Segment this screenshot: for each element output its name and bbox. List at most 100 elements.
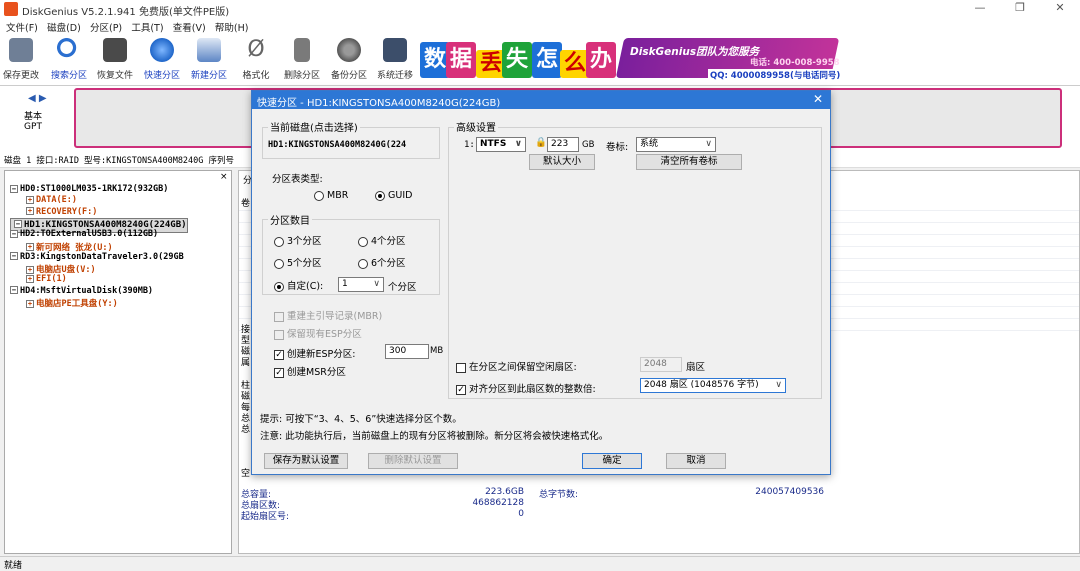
clear-labels-button[interactable]: 清空所有卷标: [636, 154, 742, 170]
radio-dot: [274, 258, 284, 269]
count-3-label: 3个分区: [287, 236, 322, 247]
expand-icon[interactable]: +: [26, 274, 34, 283]
expand-icon[interactable]: +: [26, 299, 34, 308]
menu-tools[interactable]: 工具(T): [131, 20, 163, 34]
filesystem-select[interactable]: NTFS ∨: [476, 137, 526, 152]
expand-icon[interactable]: +: [26, 265, 34, 274]
cancel-button[interactable]: 取消: [666, 453, 726, 469]
close-pane-icon[interactable]: ×: [220, 172, 228, 182]
volume-label-select[interactable]: 系统 ∨: [636, 137, 716, 152]
custom-count-value: 1: [342, 279, 348, 289]
new-esp-checkbox[interactable]: ✓ 创建新ESP分区:: [274, 346, 355, 360]
banner-char: 据: [446, 42, 476, 78]
msr-checkbox[interactable]: ✓ 创建MSR分区: [274, 364, 346, 378]
new-partition-button[interactable]: 新建分区: [190, 36, 228, 82]
total-capacity-value: 223.6GB: [485, 487, 524, 497]
detail-label: 卷: [241, 199, 251, 209]
delete-default-button[interactable]: 删除默认设置: [368, 453, 458, 469]
align-label: 对齐分区到此扇区数的整数倍:: [469, 384, 596, 395]
keep-free-unit: 扇区: [686, 362, 706, 373]
keep-free-input[interactable]: 2048: [640, 357, 682, 372]
tree-node-label: HD2:TOExternalUSB3.0(112GB): [20, 229, 159, 240]
expand-icon[interactable]: −: [10, 229, 18, 238]
default-size-button[interactable]: 默认大小: [529, 154, 595, 170]
mbr-radio[interactable]: MBR: [314, 190, 348, 201]
check-icon: ✓: [274, 367, 284, 378]
esp-size-input[interactable]: 300: [385, 344, 429, 359]
tree-partition-node[interactable]: + DATA(E:): [26, 195, 77, 205]
expand-icon[interactable]: +: [26, 207, 34, 216]
tree-partition-node[interactable]: + 电脑店PE工具盘(Y:): [26, 297, 118, 309]
banner-char: 失: [502, 42, 532, 78]
minimize-icon[interactable]: —: [960, 1, 1000, 17]
expand-icon[interactable]: +: [26, 195, 34, 204]
menu-partition[interactable]: 分区(P): [90, 20, 122, 34]
align-checkbox[interactable]: ✓ 对齐分区到此扇区数的整数倍:: [456, 381, 596, 395]
menu-file[interactable]: 文件(F): [6, 20, 38, 34]
menu-disk[interactable]: 磁盘(D): [47, 20, 81, 34]
tree-disk-node[interactable]: − RD3:KingstonDataTraveler3.0(29GB: [10, 252, 184, 262]
count-3-radio[interactable]: 3个分区: [274, 233, 322, 247]
align-select[interactable]: 2048 扇区 (1048576 字节) ∨: [640, 378, 786, 393]
tree-partition-node[interactable]: + EFI(1): [26, 274, 67, 284]
radio-dot: [358, 258, 368, 269]
menu-bar: 文件(F) 磁盘(D) 分区(P) 工具(T) 查看(V) 帮助(H): [0, 18, 1080, 34]
rebuild-mbr-checkbox[interactable]: 重建主引导记录(MBR): [274, 308, 382, 322]
rebuild-mbr-label: 重建主引导记录(MBR): [287, 311, 383, 322]
search-partition-button[interactable]: 搜索分区: [50, 36, 88, 82]
count-4-radio[interactable]: 4个分区: [358, 233, 406, 247]
recover-files-button[interactable]: 恢复文件: [96, 36, 134, 82]
delete-partition-button[interactable]: 删除分区: [283, 36, 321, 82]
keep-free-checkbox[interactable]: 在分区之间保留空闲扇区:: [456, 359, 577, 373]
ok-button[interactable]: 确定: [582, 453, 642, 469]
lock-icon[interactable]: 🔒: [535, 137, 547, 148]
expand-icon[interactable]: −: [14, 220, 22, 229]
partition-size-input[interactable]: 223: [547, 137, 579, 152]
checkbox-box: [274, 311, 284, 322]
keep-esp-checkbox[interactable]: 保留现有ESP分区: [274, 326, 362, 340]
menu-help[interactable]: 帮助(H): [215, 20, 249, 34]
toolbar-label: 删除分区: [283, 71, 320, 81]
quick-partition-button[interactable]: 快速分区: [143, 36, 181, 82]
count-5-label: 5个分区: [287, 258, 322, 269]
count-5-radio[interactable]: 5个分区: [274, 255, 322, 269]
tree-partition-node[interactable]: + 新可网络 张龙(U:): [26, 241, 113, 253]
expand-icon[interactable]: +: [26, 243, 34, 251]
format-button[interactable]: Ø 格式化: [237, 36, 275, 82]
start-sector-label: 起始扇区号:: [241, 512, 290, 522]
system-migration-button[interactable]: 系统迁移: [376, 36, 414, 82]
tree-disk-node[interactable]: − HD2:TOExternalUSB3.0(112GB): [10, 229, 158, 239]
backup-partition-button[interactable]: 备份分区: [330, 36, 368, 82]
toolbar-label: 备份分区: [330, 71, 367, 81]
count-6-radio[interactable]: 6个分区: [358, 255, 406, 269]
maximize-icon[interactable]: ❐: [1000, 1, 1040, 17]
custom-count-select[interactable]: 1 ∨: [338, 277, 384, 292]
save-default-button[interactable]: 保存为默认设置: [264, 453, 348, 469]
dialog-close-icon[interactable]: ✕: [808, 92, 828, 106]
tree-disk-node[interactable]: − HD0:ST1000LM035-1RK172(932GB): [10, 184, 168, 194]
radio-dot: [358, 236, 368, 247]
tree-disk-node[interactable]: − HD4:MsftVirtualDisk(390MB): [10, 286, 153, 296]
quick-partition-dialog: 快速分区 - HD1:KINGSTONSA400M8240G(224GB) ✕ …: [251, 90, 831, 475]
expand-icon[interactable]: −: [10, 286, 18, 295]
expand-icon[interactable]: −: [10, 252, 18, 261]
guid-label: GUID: [388, 190, 413, 201]
disk-info-text: 磁盘 1 接口:RAID 型号:KINGSTONSA400M8240G 序列号: [4, 156, 235, 166]
save-changes-button[interactable]: 保存更改: [2, 36, 40, 82]
radio-dot: [274, 281, 284, 292]
radio-dot: [375, 190, 385, 201]
close-window-icon[interactable]: ✕: [1040, 1, 1080, 17]
count-custom-radio[interactable]: 自定(C):: [274, 278, 323, 292]
current-disk-select[interactable]: HD1:KINGSTONSA400M8240G(224: [268, 140, 436, 150]
tree-partition-node[interactable]: + RECOVERY(F:): [26, 207, 97, 217]
radio-dot: [274, 236, 284, 247]
promo-banner[interactable]: 数 据 丢 失 怎 么 办 DiskGenius团队为您服务 电话: 400-0…: [420, 36, 843, 84]
delete-icon: [294, 38, 310, 62]
count-4-label: 4个分区: [371, 236, 406, 247]
disk-nav-arrows-icon[interactable]: ◀ ▶: [28, 93, 47, 104]
tree-partition-node[interactable]: + 电脑店U盘(V:): [26, 263, 96, 275]
guid-radio[interactable]: GUID: [375, 190, 412, 201]
filesystem-value: NTFS: [480, 139, 507, 149]
expand-icon[interactable]: −: [10, 184, 18, 193]
menu-view[interactable]: 查看(V): [173, 20, 206, 34]
